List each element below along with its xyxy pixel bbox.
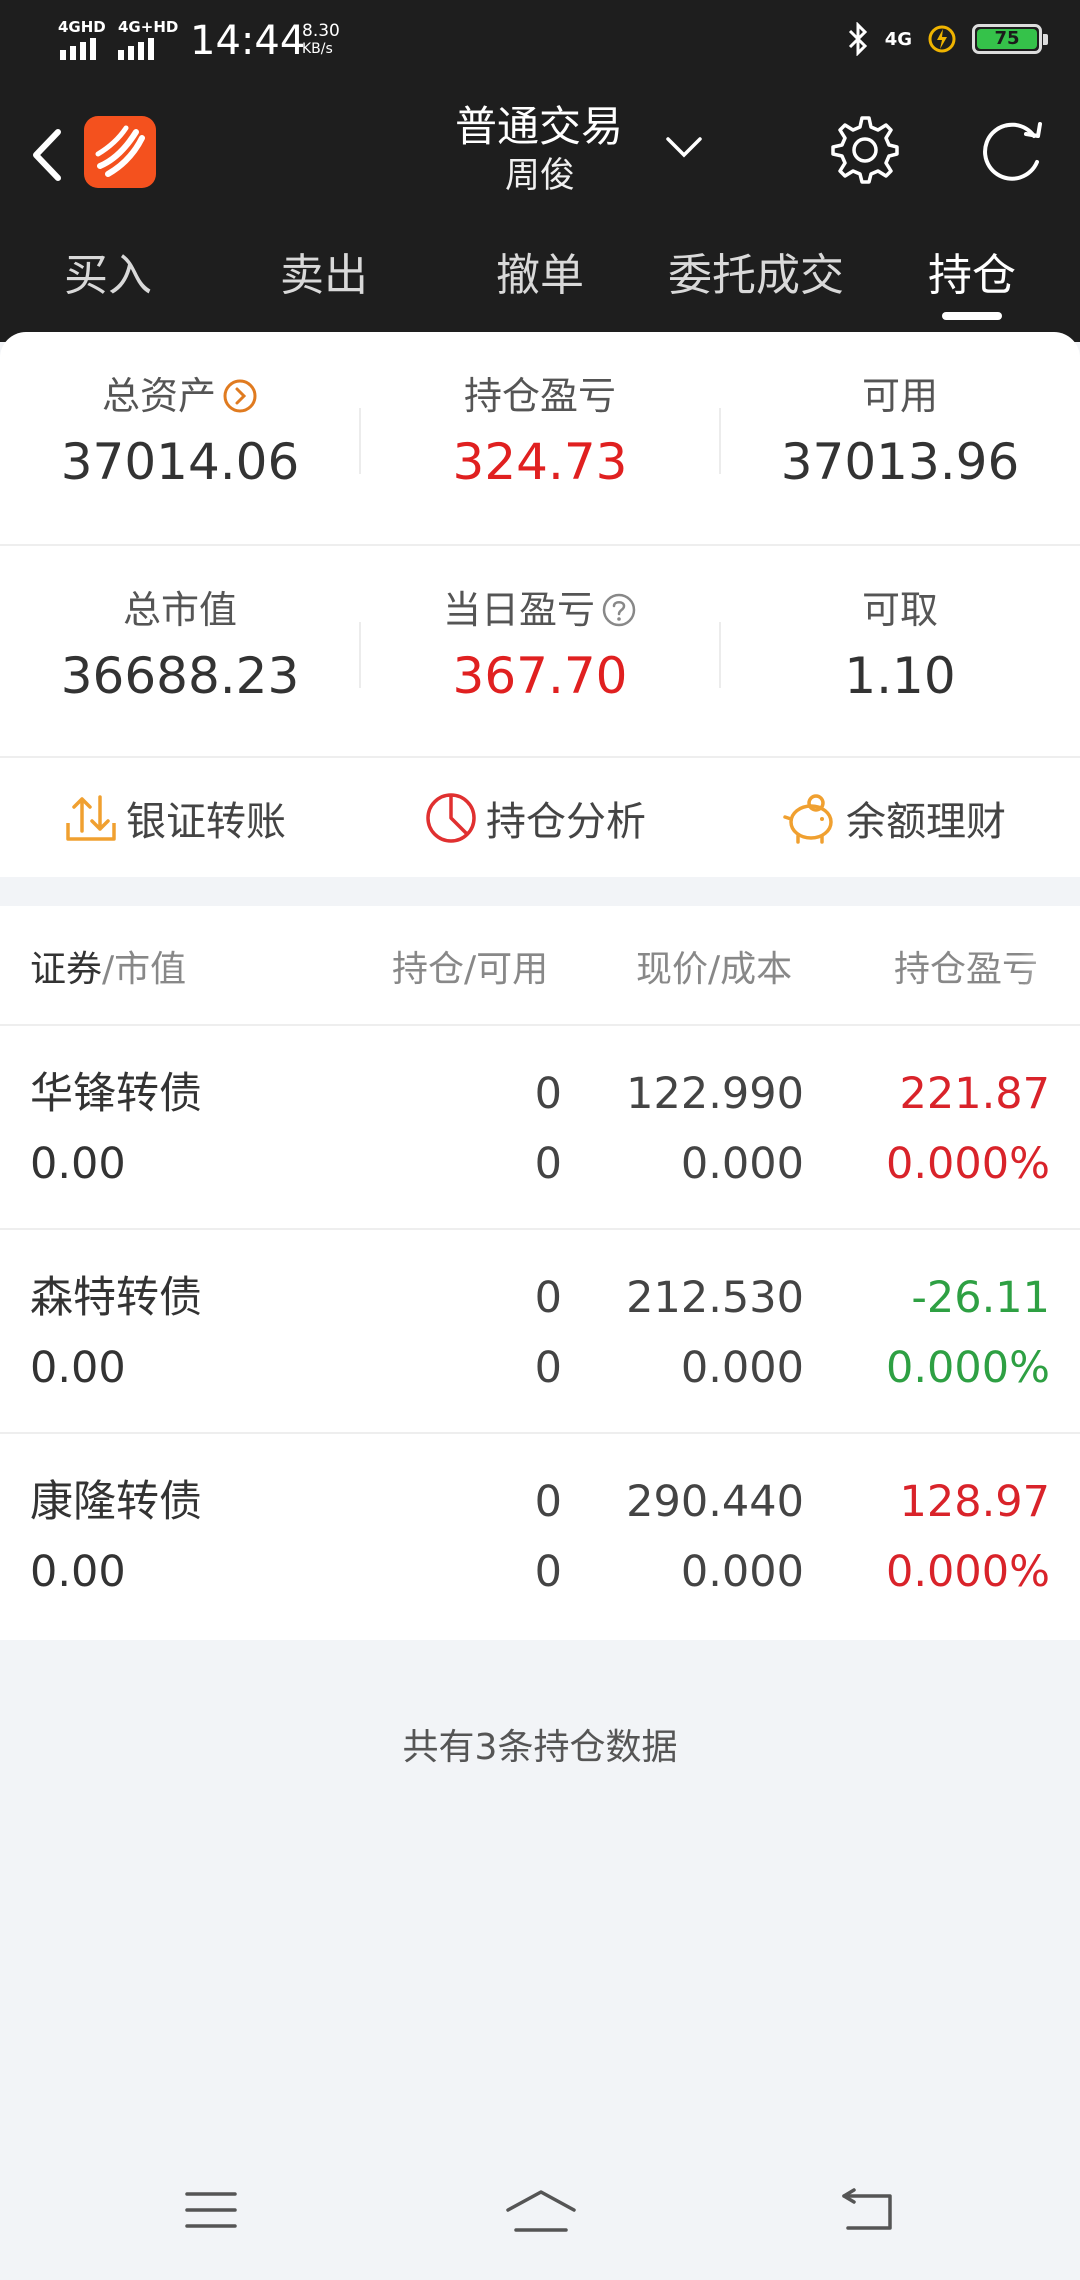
market-value-value: 36688.23 <box>60 647 300 705</box>
withdrawable: 可取 1.10 <box>720 546 1080 708</box>
signal-icon-2 <box>118 38 154 60</box>
market-value-label: 总市值 <box>122 588 237 632</box>
system-nav-bar <box>0 2140 1080 2280</box>
withdrawable-value: 1.10 <box>844 647 956 705</box>
chevron-down-icon[interactable] <box>662 132 706 162</box>
available-funds: 可用 37013.96 <box>720 332 1080 494</box>
daily-pnl-value: 367.70 <box>452 647 628 705</box>
position-pnl-label: 持仓盈亏 <box>463 374 616 418</box>
clock: 14:44 <box>190 18 306 64</box>
daily-pnl-label: 当日盈亏 <box>442 588 595 632</box>
balance-finance-label: 余额理财 <box>846 799 1006 845</box>
pie-chart-icon <box>426 793 476 843</box>
account-name: 周俊 <box>504 156 575 196</box>
market-value: 总市值 36688.23 <box>0 546 360 708</box>
quick-actions: 银证转账 持仓分析 余额理财 <box>0 756 1080 877</box>
column-position: 持仓/可用 <box>392 949 549 990</box>
position-quantity: 0 <box>534 1477 562 1527</box>
piggy-bank-icon <box>783 794 833 844</box>
account-selector[interactable]: 普通交易 周俊 <box>0 100 1080 198</box>
holdings-list: 证券/市值 持仓/可用 现价/成本 持仓盈亏 华锋转债 0.00 0 0 122… <box>0 906 1080 1640</box>
menu-icon[interactable] <box>184 2188 238 2232</box>
current-price: 122.990 <box>626 1069 804 1119</box>
header-scroll-fade <box>1020 906 1080 1024</box>
back-icon[interactable] <box>840 2188 896 2234</box>
signal-icon <box>60 38 96 60</box>
column-pnl: 持仓盈亏 <box>894 949 1039 990</box>
available-label: 可用 <box>861 374 938 418</box>
position-pnl: 128.97 <box>899 1477 1050 1527</box>
position-quantity: 0 <box>534 1069 562 1119</box>
position-analysis-label: 持仓分析 <box>486 799 646 845</box>
current-price: 290.440 <box>626 1477 804 1527</box>
pnl-percent: 0.000% <box>886 1343 1050 1393</box>
position-quantity: 0 <box>534 1273 562 1323</box>
holdings-table-header: 证券/市值 持仓/可用 现价/成本 持仓盈亏 <box>0 906 1080 1026</box>
total-assets[interactable]: 总资产 37014.06 <box>0 332 360 494</box>
status-bar: 4GHD 4G+HD 14:44 8.30 KB/s 4G 75 <box>0 0 1080 80</box>
security-market-value: 0.00 <box>30 1139 126 1189</box>
bank-transfer-label: 银证转账 <box>126 799 286 845</box>
available-value: 37013.96 <box>780 433 1020 491</box>
pnl-percent: 0.000% <box>886 1139 1050 1189</box>
page-title: 普通交易 <box>454 102 623 151</box>
available-quantity: 0 <box>534 1547 562 1597</box>
help-icon[interactable] <box>601 592 637 628</box>
network-type: 4G <box>884 28 912 50</box>
battery-icon: 75 <box>972 24 1048 54</box>
withdrawable-label: 可取 <box>861 588 938 632</box>
account-summary: 总资产 37014.06 持仓盈亏 324.73 可用 37013.96 总市值… <box>0 332 1080 877</box>
column-price: 现价/成本 <box>636 949 793 990</box>
tab-cancel-order[interactable]: 撤单 <box>432 240 648 312</box>
tab-orders-trades[interactable]: 委托成交 <box>648 240 864 312</box>
current-price: 212.530 <box>626 1273 804 1323</box>
cost-price: 0.000 <box>680 1139 804 1189</box>
network-label-1: 4GHD <box>58 18 106 36</box>
battery-level: 75 <box>977 29 1037 49</box>
security-name: 康隆转债 <box>30 1477 202 1527</box>
security-name: 华锋转债 <box>30 1069 202 1119</box>
balance-finance-button[interactable]: 余额理财 <box>782 788 1006 848</box>
table-row[interactable]: 康隆转债 0.00 0 0 290.440 0.000 128.97 0.000… <box>0 1434 1080 1638</box>
position-analysis-button[interactable]: 持仓分析 <box>422 788 646 848</box>
cost-price: 0.000 <box>680 1547 804 1597</box>
refresh-icon[interactable] <box>974 114 1050 188</box>
network-label-2: 4G+HD <box>118 18 179 36</box>
bank-transfer-button[interactable]: 银证转账 <box>62 788 286 848</box>
table-row[interactable]: 森特转债 0.00 0 0 212.530 0.000 -26.11 0.000… <box>0 1230 1080 1434</box>
position-pnl: -26.11 <box>911 1273 1050 1323</box>
daily-pnl: 当日盈亏 367.70 <box>360 546 720 708</box>
home-icon[interactable] <box>504 2188 578 2236</box>
active-tab-indicator <box>942 312 1002 320</box>
arrow-circle-icon[interactable] <box>222 378 258 414</box>
available-quantity: 0 <box>534 1343 562 1393</box>
tab-sell[interactable]: 卖出 <box>216 240 432 312</box>
total-assets-value: 37014.06 <box>60 433 300 491</box>
tab-buy[interactable]: 买入 <box>0 240 216 312</box>
total-assets-label: 总资产 <box>101 374 216 418</box>
security-name: 森特转债 <box>30 1273 202 1323</box>
available-quantity: 0 <box>534 1139 562 1189</box>
security-market-value: 0.00 <box>30 1547 126 1597</box>
gear-icon[interactable] <box>828 114 902 188</box>
position-pnl-value: 324.73 <box>452 433 628 491</box>
transfer-icon <box>66 795 116 841</box>
tab-positions[interactable]: 持仓 <box>864 240 1080 312</box>
app-header: 普通交易 周俊 买入 卖出 撤单 委托成交 持仓 <box>0 80 1080 342</box>
cost-price: 0.000 <box>680 1343 804 1393</box>
position-pnl: 221.87 <box>899 1069 1050 1119</box>
holdings-count-note: 共有3条持仓数据 <box>402 1727 678 1768</box>
network-speed: 8.30 KB/s <box>302 21 340 57</box>
pnl-percent: 0.000% <box>886 1547 1050 1597</box>
position-pnl: 持仓盈亏 324.73 <box>360 332 720 494</box>
column-security: 证券/市值 <box>30 949 187 990</box>
trade-tabs: 买入 卖出 撤单 委托成交 持仓 <box>0 240 1080 330</box>
security-market-value: 0.00 <box>30 1343 126 1393</box>
bluetooth-icon <box>848 22 867 56</box>
charging-icon <box>928 25 956 53</box>
table-row[interactable]: 华锋转债 0.00 0 0 122.990 0.000 221.87 0.000… <box>0 1026 1080 1230</box>
